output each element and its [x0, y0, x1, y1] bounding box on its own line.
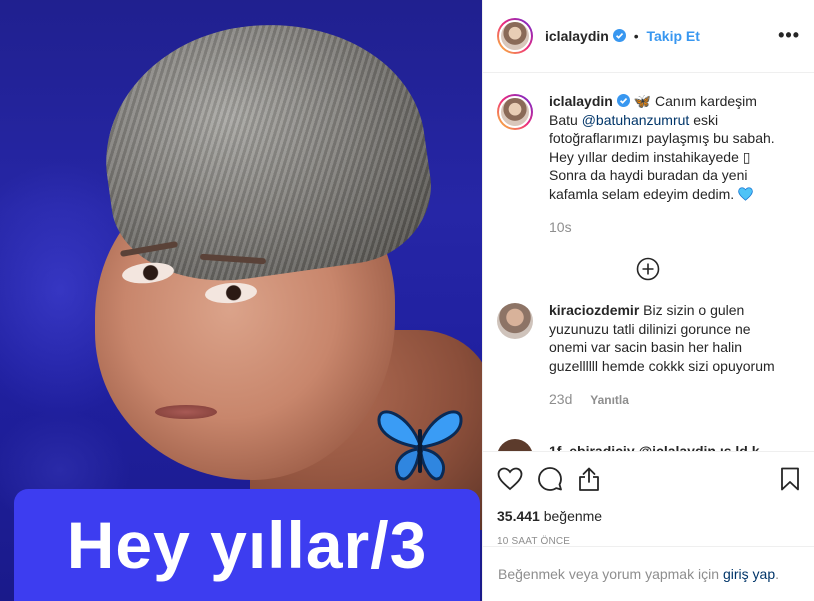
caption-text: iclalaydin 🦋 Canım kardeşim Batu @batuha…: [549, 92, 781, 203]
banner-text: Hey yıllar/3: [66, 508, 428, 582]
commenter-avatar[interactable]: [497, 303, 533, 339]
verified-badge-icon: [612, 29, 626, 42]
post-header: iclalaydin • Takip Et •••: [483, 0, 814, 73]
photo-mouth: [155, 405, 217, 419]
bookmark-icon[interactable]: [780, 467, 800, 491]
photo-banner: Hey yıllar/3: [14, 489, 480, 601]
comment-time[interactable]: 23d: [549, 391, 572, 407]
unknown-glyph-icon: ▯: [742, 148, 751, 165]
butterfly-emoji-icon: 🦋: [633, 93, 652, 109]
reply-button[interactable]: Yanıtla: [590, 393, 629, 407]
caption-text-part3: Sonra da haydi buradan da yeni kafamla s…: [549, 167, 748, 202]
follow-button[interactable]: Takip Et: [647, 28, 700, 44]
comment-meta: 23d Yanıtla: [549, 391, 781, 407]
login-suffix: .: [775, 566, 780, 582]
likes-label: beğenme: [539, 508, 603, 524]
partial-comment: 1f_ebiradiciy @iclalaydin ış ld.k: [497, 437, 797, 451]
comment-text: kiraciozdemir Biz sizin o gulen yuzunuzu…: [549, 301, 781, 375]
caption-username[interactable]: iclalaydin: [549, 93, 613, 109]
likes-number: 35.441: [497, 508, 540, 524]
caption-meta: 10s: [549, 219, 781, 235]
post-actions: 35.441 beğenme 10 SAAT ÖNCE: [483, 451, 814, 547]
blue-heart-icon: [738, 186, 753, 201]
comment-item: kiraciozdemir Biz sizin o gulen yuzunuzu…: [497, 301, 798, 407]
author-avatar[interactable]: [497, 18, 533, 54]
comments-area[interactable]: iclalaydin 🦋 Canım kardeşim Batu @batuha…: [483, 74, 814, 451]
author-username[interactable]: iclalaydin: [545, 28, 609, 44]
caption: iclalaydin 🦋 Canım kardeşim Batu @batuha…: [497, 92, 798, 235]
login-prompt: Beğenmek veya yorum yapmak için giriş ya…: [483, 546, 814, 601]
header-separator: •: [633, 28, 639, 44]
caption-mention-link[interactable]: @batuhanzumrut: [582, 112, 690, 128]
login-prompt-text: Beğenmek veya yorum yapmak için: [498, 566, 719, 582]
verified-badge-icon: [616, 94, 630, 107]
plus-circle-icon[interactable]: [636, 257, 660, 281]
caption-time[interactable]: 10s: [549, 219, 572, 235]
partial-commenter-avatar[interactable]: [497, 439, 533, 451]
commenter-username[interactable]: kiraciozdemir: [549, 302, 639, 318]
butterfly-sticker-icon: [377, 410, 463, 481]
load-more-comments[interactable]: [497, 257, 798, 281]
share-icon[interactable]: [577, 466, 601, 492]
likes-count[interactable]: 35.441 beğenme: [497, 508, 800, 524]
like-heart-icon[interactable]: [497, 467, 523, 491]
post-photo[interactable]: Hey yıllar/3: [0, 0, 482, 601]
caption-avatar[interactable]: [497, 94, 533, 130]
login-link[interactable]: giriş yap: [723, 566, 775, 582]
more-options-icon[interactable]: •••: [778, 25, 800, 46]
comment-bubble-icon[interactable]: [537, 466, 563, 492]
author-line: iclalaydin • Takip Et: [545, 28, 700, 44]
post-side-panel: iclalaydin • Takip Et ••• iclalaydin 🦋 C…: [482, 0, 814, 601]
partial-comment-text: 1f_ebiradiciy @iclalaydin ış ld.k: [549, 443, 760, 451]
action-icons: [497, 464, 800, 494]
